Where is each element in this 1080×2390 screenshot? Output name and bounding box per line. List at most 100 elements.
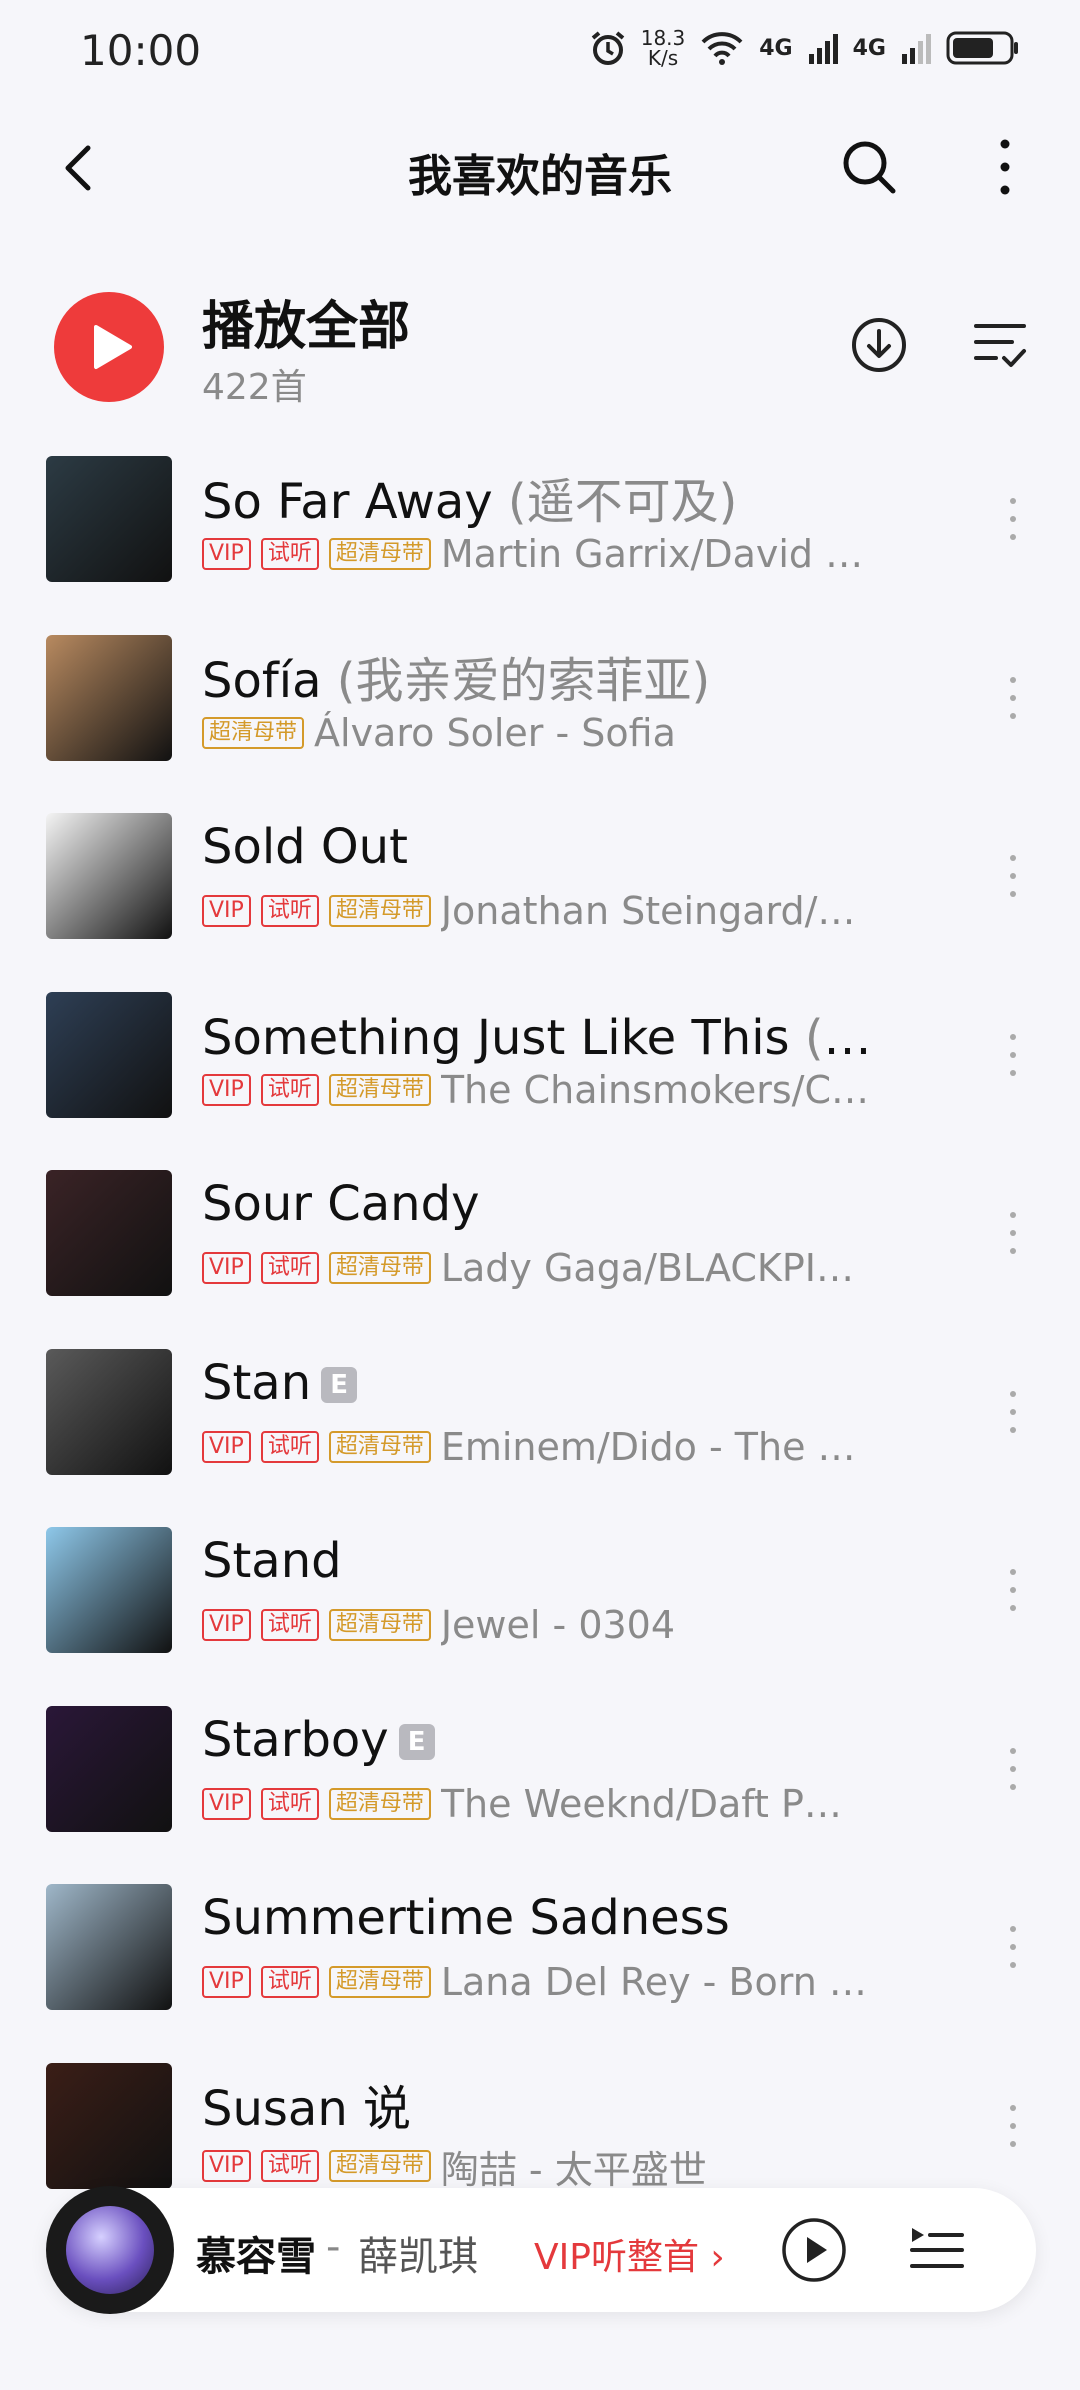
- vip-badge: VIP: [202, 1252, 251, 1284]
- battery-icon: [946, 31, 1018, 65]
- vip-badge: VIP: [202, 538, 251, 570]
- song-more-icon[interactable]: [1003, 1390, 1023, 1435]
- song-title: Stand: [202, 1533, 912, 1589]
- vip-badge: VIP: [202, 895, 251, 927]
- hq-badge: 超清母带: [328, 1966, 431, 1998]
- network-type-1: 4G: [759, 35, 793, 61]
- song-row[interactable]: Sour Candy VIP 试听 超清母带 Lady Gaga/BLACKPI…: [0, 1154, 1080, 1333]
- album-cover: [46, 991, 172, 1118]
- song-title-text: Stan: [202, 1354, 312, 1411]
- song-row[interactable]: Sofía (我亲爱的索菲亚) 超清母带 Álvaro Soler - Sofia: [0, 619, 1080, 798]
- song-meta: VIP 试听 超清母带 Martin Garrix/David …: [202, 532, 892, 576]
- song-more-icon[interactable]: [1003, 2104, 1023, 2149]
- status-bar: 10:00 18.3 K/s 4G 4G: [0, 0, 1080, 110]
- search-icon[interactable]: [838, 136, 900, 198]
- song-count: 422首: [202, 367, 307, 408]
- download-icon[interactable]: [850, 316, 908, 374]
- play-all-row[interactable]: 播放全部 422首: [0, 280, 1080, 420]
- album-cover: [46, 1705, 172, 1832]
- song-more-icon[interactable]: [1003, 1569, 1023, 1613]
- song-more-icon[interactable]: [1003, 1212, 1023, 1256]
- status-icons: 18.3 K/s 4G 4G: [589, 28, 1020, 68]
- play-all-button[interactable]: [54, 292, 164, 402]
- trial-badge: 试听: [260, 895, 319, 927]
- song-meta: VIP 试听 超清母带 陶喆 - 太平盛世: [202, 2139, 892, 2194]
- album-cover: [46, 813, 172, 939]
- song-artist-album: Eminem/Dido - The …: [440, 1424, 856, 1469]
- speed-value: 18.3: [640, 26, 686, 50]
- song-more-icon[interactable]: [1003, 1926, 1023, 1970]
- album-cover: [46, 456, 172, 582]
- song-artist-album: The Weeknd/Daft P…: [440, 1781, 842, 1826]
- album-cover: [46, 2062, 172, 2189]
- cover-art: [66, 2206, 154, 2294]
- wifi-icon: [701, 32, 743, 65]
- hq-badge: 超清母带: [328, 895, 431, 927]
- vip-badge: VIP: [202, 1787, 251, 1820]
- now-playing-cover[interactable]: [46, 2186, 174, 2314]
- trial-badge: 试听: [260, 1430, 319, 1463]
- song-meta: VIP 试听 超清母带 Lady Gaga/BLACKPI…: [202, 1246, 892, 1290]
- song-title: Susan 说: [202, 2069, 912, 2139]
- status-time: 10:00: [80, 26, 202, 75]
- song-title-text: So Far Away: [202, 474, 493, 530]
- trial-badge: 试听: [260, 1966, 319, 1998]
- song-title: Sofía (我亲爱的索菲亚): [202, 641, 912, 711]
- song-title: Sour Candy: [202, 1176, 912, 1232]
- vip-badge: VIP: [202, 1073, 251, 1106]
- trial-badge: 试听: [260, 1787, 319, 1820]
- top-app-bar: 我喜欢的音乐: [0, 110, 1080, 230]
- play-pause-icon[interactable]: [780, 2216, 848, 2284]
- song-meta: VIP 试听 超清母带 Jonathan Steingard/…: [202, 889, 892, 933]
- trial-badge: 试听: [260, 1609, 319, 1641]
- trial-badge: 试听: [260, 1252, 319, 1284]
- vip-full-song-link[interactable]: VIP听整首 ›: [534, 2228, 725, 2280]
- song-subtitle: (仅…: [789, 1009, 912, 1066]
- song-title-text: Sofía: [202, 652, 322, 709]
- now-playing-title: 慕容雪: [196, 2234, 316, 2280]
- song-title-text: Sold Out: [202, 819, 408, 875]
- song-meta: VIP 试听 超清母带 The Chainsmokers/C…: [202, 1068, 892, 1112]
- network-type-2: 4G: [852, 35, 886, 61]
- alarm-icon: [591, 31, 624, 65]
- song-list: So Far Away (遥不可及) VIP 试听 超清母带 Martin Garrix…: [0, 440, 1080, 2225]
- album-cover: [46, 1348, 172, 1475]
- song-more-icon[interactable]: [1003, 676, 1023, 721]
- mini-player[interactable]: 慕容雪 - 薛凯琪 VIP听整首 ›: [46, 2186, 1036, 2314]
- song-subtitle: (遥不可及): [492, 474, 738, 530]
- vip-badge: VIP: [202, 1966, 251, 1998]
- song-row[interactable]: Sold Out VIP 试听 超清母带 Jonathan Steingard/…: [0, 797, 1080, 976]
- song-more-icon[interactable]: [1003, 855, 1023, 899]
- vip-badge: VIP: [202, 1430, 251, 1463]
- hq-badge: 超清母带: [328, 1609, 431, 1641]
- batch-select-icon[interactable]: [972, 318, 1028, 370]
- album-cover: [46, 634, 172, 761]
- song-more-icon[interactable]: [1003, 1747, 1023, 1792]
- song-title: Stan E: [202, 1355, 912, 1411]
- song-title-text: Summertime Sadness: [202, 1890, 730, 1946]
- now-playing-separator: -: [326, 2224, 341, 2270]
- song-artist-album: Martin Garrix/David …: [440, 532, 864, 576]
- song-title-text: Susan 说: [202, 2080, 411, 2137]
- song-row[interactable]: Stand VIP 试听 超清母带 Jewel - 0304: [0, 1511, 1080, 1690]
- song-row[interactable]: Stan E VIP 试听 超清母带 Eminem/Dido - The …: [0, 1333, 1080, 1512]
- play-all-label: 播放全部: [202, 297, 411, 357]
- song-more-icon[interactable]: [1003, 1033, 1023, 1078]
- hq-badge: 超清母带: [202, 716, 305, 749]
- song-more-icon[interactable]: [1003, 498, 1023, 542]
- explicit-badge: E: [398, 1723, 435, 1760]
- song-row[interactable]: Something Just Like This (仅… VIP 试听 超清母带 The…: [0, 976, 1080, 1155]
- song-title-text: Something Just Like This: [202, 1009, 790, 1066]
- song-row[interactable]: Starboy E VIP 试听 超清母带 The Weeknd/Daft P…: [0, 1690, 1080, 1869]
- hq-badge: 超清母带: [328, 1430, 431, 1463]
- song-artist-album: Jewel - 0304: [440, 1603, 676, 1647]
- playlist-queue-icon[interactable]: [908, 2220, 964, 2276]
- song-meta: VIP 试听 超清母带 The Weeknd/Daft P…: [202, 1782, 892, 1826]
- song-row[interactable]: Summertime Sadness VIP 试听 超清母带 Lana Del Rey …: [0, 1868, 1080, 2047]
- trial-badge: 试听: [260, 2150, 319, 2182]
- album-cover: [46, 1170, 172, 1296]
- more-options-icon[interactable]: [990, 136, 1020, 198]
- hq-badge: 超清母带: [328, 2150, 431, 2182]
- trial-badge: 试听: [260, 1073, 319, 1106]
- song-row[interactable]: So Far Away (遥不可及) VIP 试听 超清母带 Martin Garrix…: [0, 440, 1080, 619]
